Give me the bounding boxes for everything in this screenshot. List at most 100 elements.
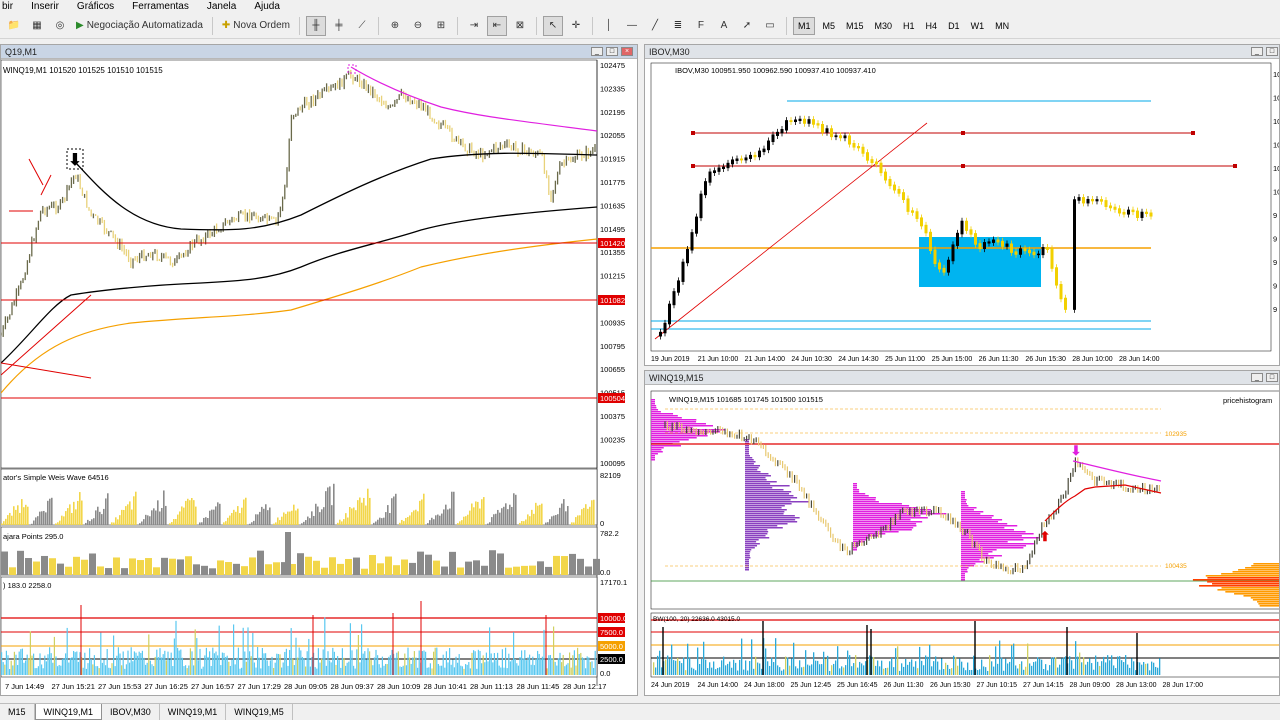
timeframe-m30[interactable]: M30	[871, 17, 897, 35]
volume-profile-bar	[853, 539, 867, 541]
volume-profile-bar	[961, 571, 968, 573]
volume-bar	[508, 653, 510, 675]
zoom-out-icon[interactable]: ⊖	[408, 16, 428, 36]
volume-bar	[905, 658, 907, 675]
tab-m15[interactable]: M15	[0, 704, 35, 720]
timeframe-w1[interactable]: W1	[967, 17, 989, 35]
volume-bar	[41, 664, 43, 675]
volume-bar	[749, 661, 751, 675]
weis-wave-bar	[219, 503, 221, 525]
crosshair-icon[interactable]: ✛	[566, 16, 586, 36]
chart-window-winq19-m1[interactable]: Q19,M1 _ □ × ⬇ WINQ19,M1 101520 101525 1…	[0, 44, 638, 696]
weis-wave-bar	[443, 509, 445, 525]
timeframe-d1[interactable]: D1	[944, 17, 964, 35]
menu-tools[interactable]: Ferramentas	[130, 0, 191, 13]
volume-bar	[311, 656, 313, 675]
weis-wave-bar	[187, 498, 189, 525]
timeframe-m5[interactable]: M5	[818, 17, 839, 35]
candlestick-icon[interactable]: ╪	[329, 16, 349, 36]
chart-window-winq19-m15[interactable]: WINQ19,M15 _ □ WINQ19,M15 101685 101745 …	[644, 370, 1280, 696]
label-icon[interactable]: ▭	[760, 16, 780, 36]
trend-line-icon[interactable]: ╱	[645, 16, 665, 36]
volume-bar	[719, 667, 721, 675]
market-watch-icon[interactable]: ▦	[27, 16, 47, 36]
volume-bar	[506, 668, 508, 675]
price-chart-m15[interactable]: WINQ19,M15 101685 101745 101500 101515 p…	[645, 371, 1280, 696]
chart-shift-icon[interactable]: ⇤	[486, 15, 507, 36]
new-order-button[interactable]: ✚ Nova Ordem	[219, 16, 293, 36]
volume-profile-bar	[745, 463, 754, 465]
points-bar	[49, 558, 56, 575]
menu-insert[interactable]: Inserir	[29, 0, 61, 13]
weis-wave-bar	[319, 512, 321, 525]
candle-body	[848, 135, 851, 145]
volume-bar	[1109, 660, 1111, 675]
indicators-icon[interactable]: ⊠	[510, 16, 530, 36]
price-chart-m1[interactable]: ⬇ WINQ19,M1 101520 101525 101510 101515 …	[1, 45, 638, 696]
volume-bar	[85, 668, 87, 675]
candle-body	[798, 118, 802, 122]
timeframe-m15[interactable]: M15	[842, 17, 868, 35]
price-tick: 10	[1273, 117, 1280, 126]
price-chart-ibov[interactable]: IBOV,M30 100951.950 100962.590 100937.41…	[645, 45, 1280, 366]
weis-wave-bar	[9, 512, 11, 525]
points-bar	[177, 559, 184, 575]
line-chart-icon[interactable]: ⟋	[352, 16, 372, 36]
volume-bar	[591, 661, 593, 675]
weis-wave-bar	[1, 523, 3, 525]
cursor-icon[interactable]: ↖	[542, 15, 563, 36]
volume-bar	[1007, 663, 1009, 675]
vertical-line-icon[interactable]: │	[599, 16, 619, 36]
volume-bar	[575, 665, 577, 675]
menu-charts[interactable]: Gráficos	[75, 0, 116, 13]
points-bar	[1, 551, 8, 575]
text-icon[interactable]: A	[714, 16, 734, 36]
volume-bar	[803, 666, 805, 675]
candle-body	[861, 146, 865, 154]
volume-bar	[468, 662, 470, 675]
menu-help[interactable]: Ajuda	[252, 0, 282, 13]
volume-bar	[285, 648, 287, 675]
points-bar	[193, 564, 200, 575]
tab-winq19-m1-2[interactable]: WINQ19,M1	[160, 704, 227, 720]
bar-chart-icon[interactable]: ╫	[305, 15, 326, 36]
volume-bar	[500, 667, 502, 675]
timeframe-h4[interactable]: H4	[922, 17, 942, 35]
weis-wave-bar	[379, 517, 381, 525]
volume-profile-bar	[1253, 563, 1279, 565]
weis-wave-bar	[339, 519, 341, 525]
tab-ibov-m30[interactable]: IBOV,M30	[102, 704, 160, 720]
horizontal-line-icon[interactable]: —	[622, 16, 642, 36]
menu-window[interactable]: Janela	[205, 0, 238, 13]
arrow-icon[interactable]: ➚	[737, 16, 757, 36]
autoscroll-icon[interactable]: ⇥	[464, 16, 484, 36]
volume-bar	[431, 668, 433, 675]
auto-trading-button[interactable]: ▶ Negociação Automatizada	[73, 16, 206, 36]
chart-window-ibov-m30[interactable]: IBOV,M30 _ □ IBOV,M30 100951.950 100962.…	[644, 44, 1280, 366]
weis-wave-bar	[511, 506, 513, 525]
fibonacci-icon[interactable]: F	[691, 16, 711, 36]
navigator-icon[interactable]: ◎	[50, 16, 70, 36]
timeframe-mn[interactable]: MN	[991, 17, 1013, 35]
volume-profile-bar	[961, 579, 965, 581]
tile-windows-icon[interactable]: ⊞	[431, 16, 451, 36]
menu-file[interactable]: bir	[0, 0, 15, 13]
weis-wave-bar	[79, 492, 81, 525]
zoom-in-icon[interactable]: ⊕	[385, 16, 405, 36]
volume-bar	[37, 666, 39, 675]
candle-body	[668, 303, 671, 325]
timeframe-h1[interactable]: H1	[899, 17, 919, 35]
hline-label-1: 101420	[600, 239, 625, 248]
timeframe-m1[interactable]: M1	[792, 16, 816, 35]
folder-icon[interactable]: 📁	[4, 16, 24, 36]
volume-bar	[220, 665, 222, 675]
candle-body	[726, 162, 730, 169]
points-bar	[153, 567, 160, 575]
tab-winq19-m1[interactable]: WINQ19,M1	[34, 704, 103, 720]
weis-wave-bar	[85, 522, 87, 525]
volume-bar	[503, 667, 505, 675]
tab-winq19-m5[interactable]: WINQ19,M5	[226, 704, 293, 720]
volume-profile-bar	[853, 483, 857, 485]
volume-bar	[356, 649, 358, 675]
channel-icon[interactable]: ≣	[668, 16, 688, 36]
